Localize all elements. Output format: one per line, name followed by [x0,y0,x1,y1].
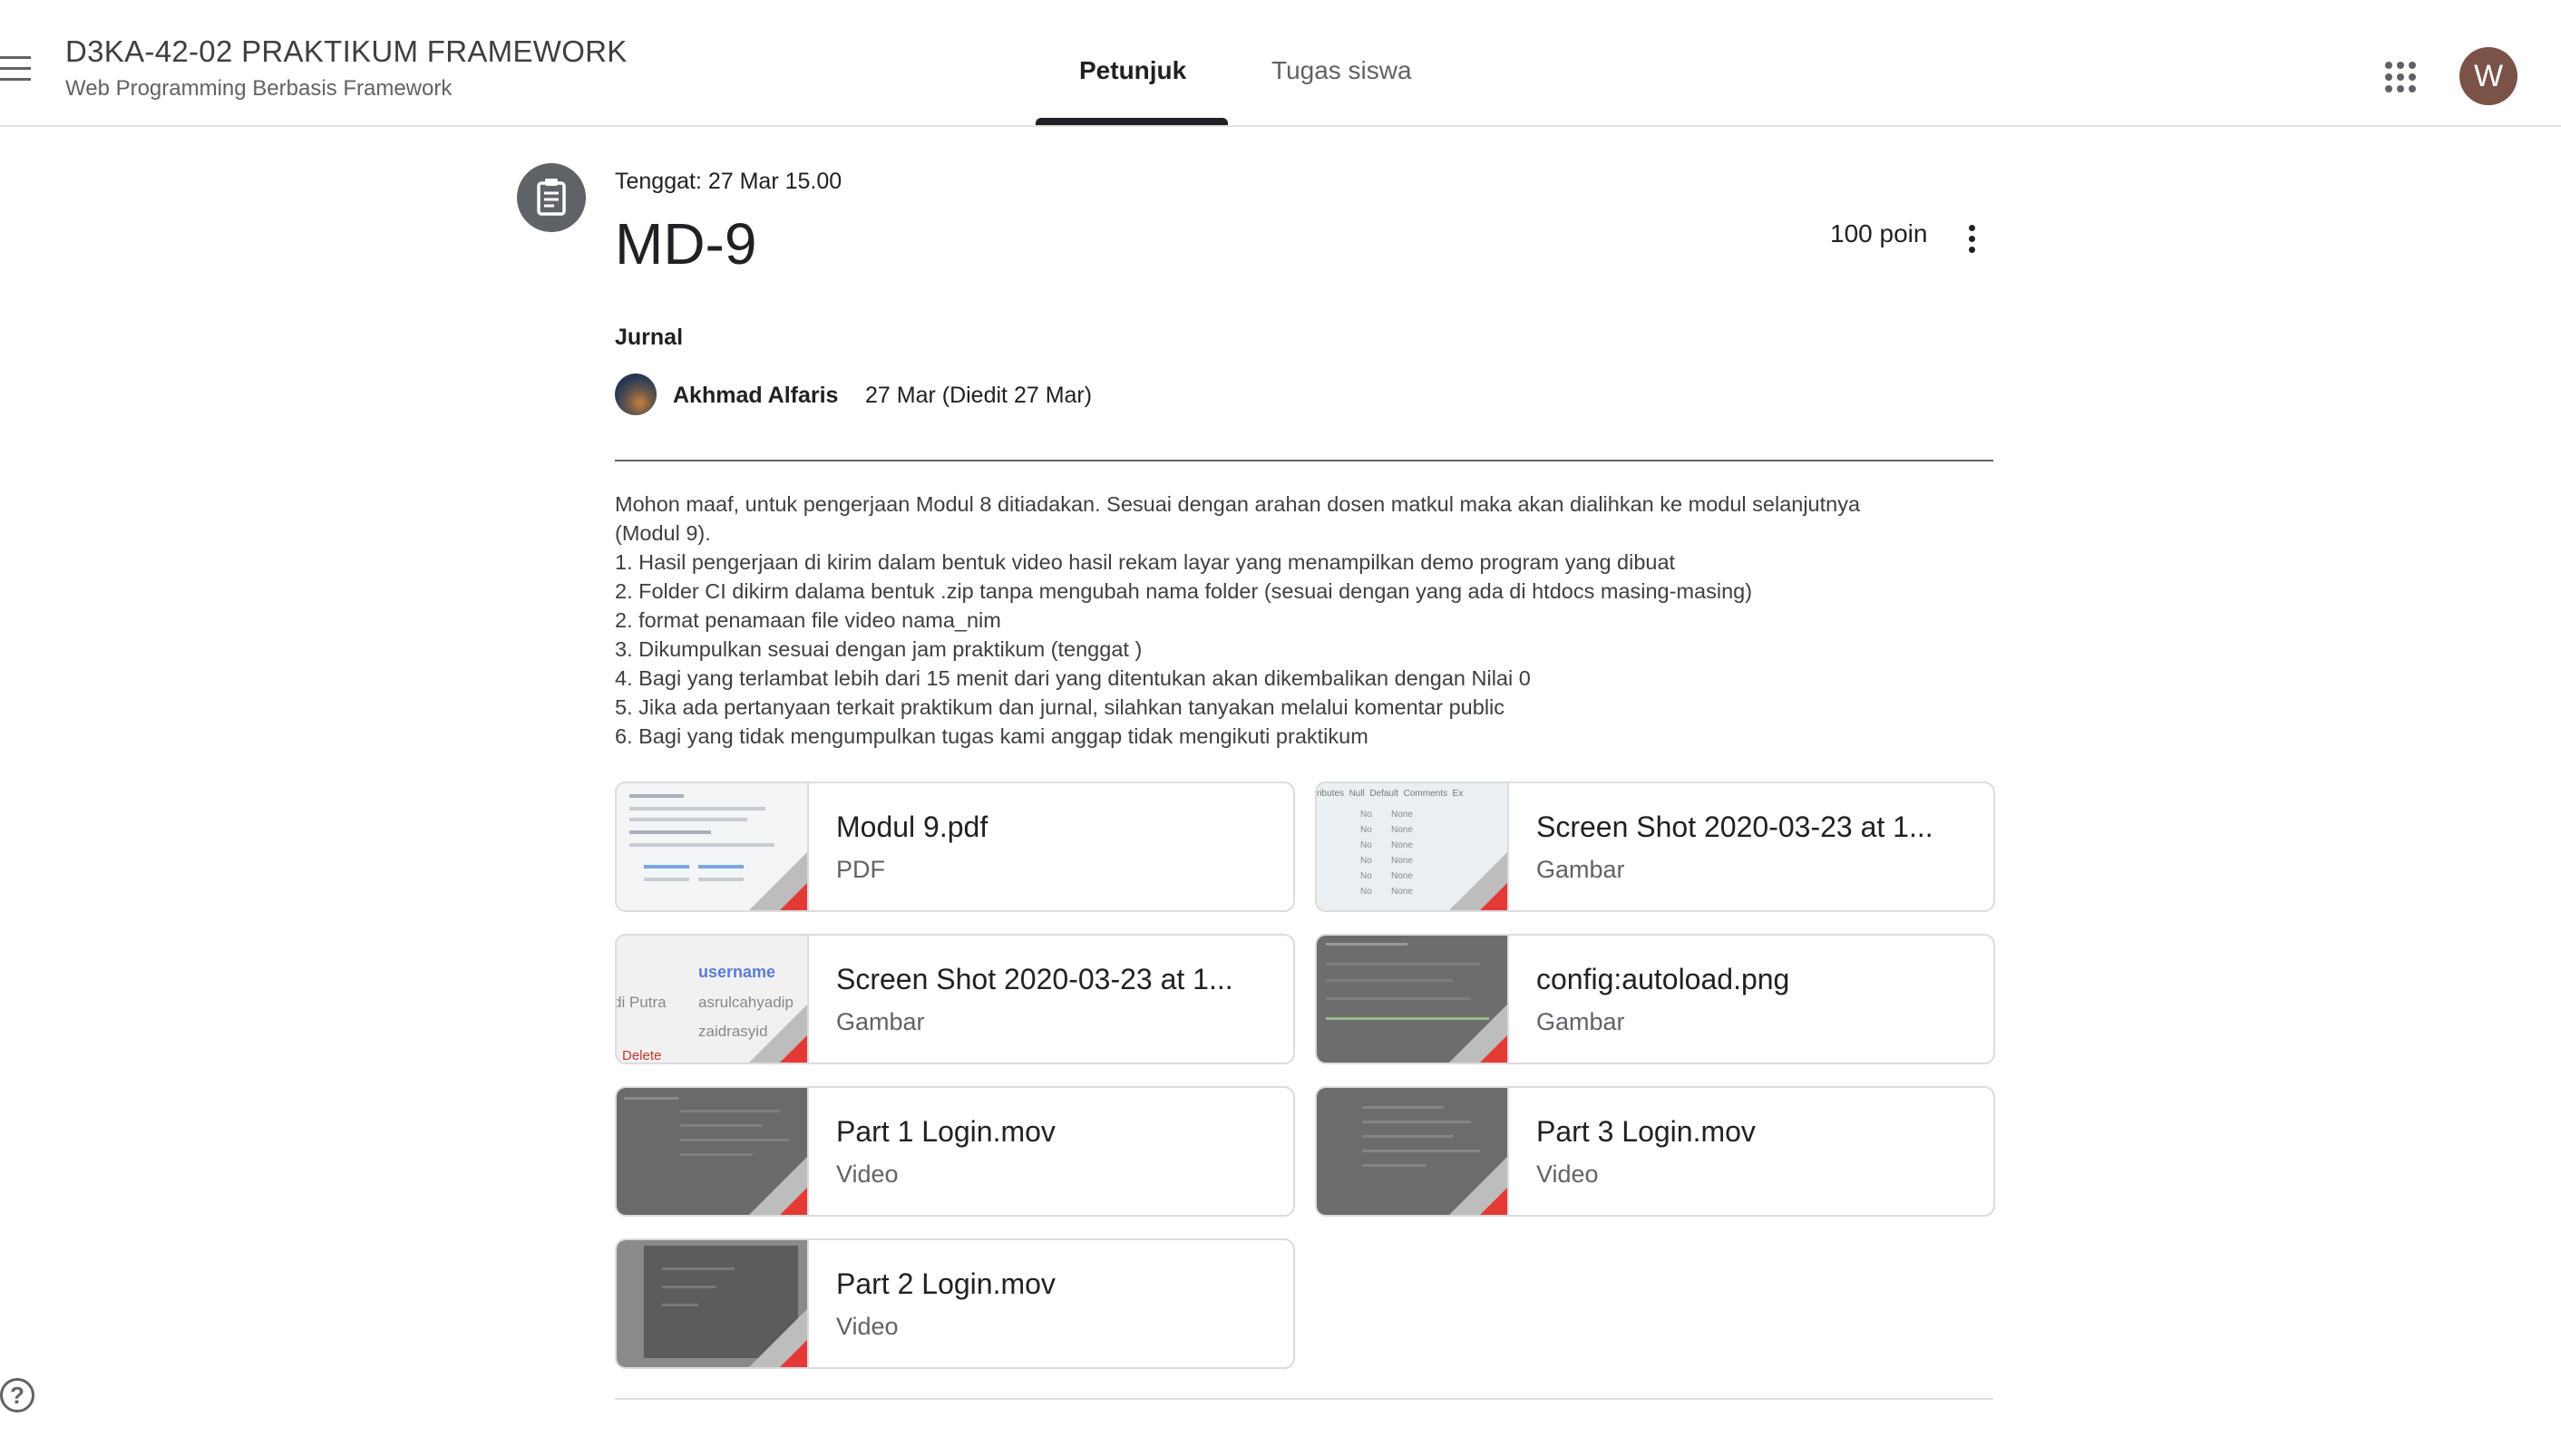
more-options-icon[interactable] [1959,221,1984,257]
footer-divider [615,1398,1993,1400]
help-icon[interactable]: ? [0,1378,34,1412]
thumb-table-cell: No [1360,810,1372,820]
thumb-table-cell: None [1391,840,1413,850]
description-line: 2. format penamaan file video nama_nim [615,608,1001,632]
thumb-table-cell: None [1391,856,1413,866]
assignment-title: MD-9 [615,211,757,277]
attachment-card-part-3-login[interactable]: Part 3 Login.mov Video [1315,1086,1995,1217]
video-thumbnail [617,1088,809,1215]
attachment-type: Video [1536,1160,1599,1188]
attachment-card-modul-9-pdf[interactable]: Modul 9.pdf PDF [615,781,1295,912]
description-line: 5. Jika ada pertanyaan terkait praktikum… [615,695,1505,719]
thumb-table-cell: None [1391,825,1413,835]
thumb-table-header: ributes [1317,789,1345,799]
thumb-table-cell: No [1360,840,1372,850]
class-name[interactable]: D3KA-42-02 PRAKTIKUM FRAMEWORK [65,34,628,69]
video-thumbnail [1317,1088,1509,1215]
attachment-title: config:autoload.png [1536,963,1790,995]
author-avatar [615,374,657,415]
attachment-card-config-autoload[interactable]: config:autoload.png Gambar [1315,934,1995,1064]
thumb-text: Delete [622,1048,662,1063]
description-line: 4. Bagi yang terlambat lebih dari 15 men… [615,666,1531,690]
attachment-title: Screen Shot 2020-03-23 at 1... [836,963,1233,995]
attachment-card-screenshot-1[interactable]: ributes Null Default Comments Ex No No N… [1315,781,1995,912]
points-label: 100 poin [1830,219,1928,248]
thumb-table-header: Comments [1403,789,1447,799]
attachment-title: Part 3 Login.mov [1536,1115,1756,1148]
attachment-card-screenshot-2[interactable]: username di Putra asrulcahyadip zaidrasy… [615,934,1295,1064]
pdf-thumbnail [617,783,809,910]
image-thumbnail: ributes Null Default Comments Ex No No N… [1317,783,1509,910]
attachment-card-part-1-login[interactable]: Part 1 Login.mov Video [615,1086,1295,1217]
header-divider [615,460,1993,461]
assignment-icon [517,163,586,232]
image-thumbnail: username di Putra asrulcahyadip zaidrasy… [617,936,809,1063]
due-date: Tenggat: 27 Mar 15.00 [615,169,842,194]
description-line: 2. Folder CI dikirm dalama bentuk .zip t… [615,579,1753,603]
thumb-table-header: Ex [1452,789,1464,799]
attachment-card-part-2-login[interactable]: Part 2 Login.mov Video [615,1238,1295,1369]
thumb-text: di Putra [617,994,667,1011]
thumb-table-cell: No [1360,856,1372,866]
attachment-type: Gambar [836,1008,925,1035]
tab-tugas-siswa[interactable]: Tugas siswa [1271,56,1412,85]
author-name: Akhmad Alfaris [673,383,839,408]
description-line: 3. Dikumpulkan sesuai dengan jam praktik… [615,637,1143,661]
thumb-table-cell: None [1391,810,1413,820]
thumb-table-header: Null [1349,789,1365,799]
app-header: D3KA-42-02 PRAKTIKUM FRAMEWORK Web Progr… [0,9,2561,127]
account-avatar[interactable]: W [2459,47,2517,105]
attachment-type: Video [836,1160,899,1188]
thumb-table-cell: No [1360,887,1372,897]
attachment-title: Part 2 Login.mov [836,1267,1056,1300]
description-line: Mohon maaf, untuk pengerjaan Modul 8 dit… [615,492,1861,516]
description-line: 6. Bagi yang tidak mengumpulkan tugas ka… [615,724,1368,748]
attachment-title: Screen Shot 2020-03-23 at 1... [1536,811,1933,843]
hamburger-menu-icon[interactable] [0,56,31,82]
description-line: (Modul 9). [615,521,711,545]
attachment-type: Gambar [1536,856,1625,883]
post-date: 27 Mar (Diedit 27 Mar) [865,383,1093,408]
active-tab-indicator [1036,118,1228,125]
thumb-table-header: Default [1369,789,1399,799]
description-line: 1. Hasil pengerjaan di kirim dalam bentu… [615,550,1676,574]
tab-petunjuk[interactable]: Petunjuk [1079,56,1186,85]
video-thumbnail [617,1240,809,1367]
attachment-type: Video [836,1313,899,1340]
assignment-description: Mohon maaf, untuk pengerjaan Modul 8 dit… [615,490,1993,751]
google-apps-icon[interactable] [2385,62,2416,92]
thumb-table-cell: No [1360,871,1372,881]
topic-label: Jurnal [615,325,684,350]
thumb-table-cell: None [1391,887,1413,897]
thumb-table-cell: None [1391,871,1413,881]
attachment-title: Modul 9.pdf [836,811,988,843]
thumb-text: username [698,963,776,981]
thumb-table-cell: No [1360,825,1372,835]
image-thumbnail [1317,936,1509,1063]
class-subtitle: Web Programming Berbasis Framework [65,76,453,101]
attachment-title: Part 1 Login.mov [836,1115,1056,1148]
attachment-type: Gambar [1536,1008,1625,1035]
attachment-type: PDF [836,856,885,883]
